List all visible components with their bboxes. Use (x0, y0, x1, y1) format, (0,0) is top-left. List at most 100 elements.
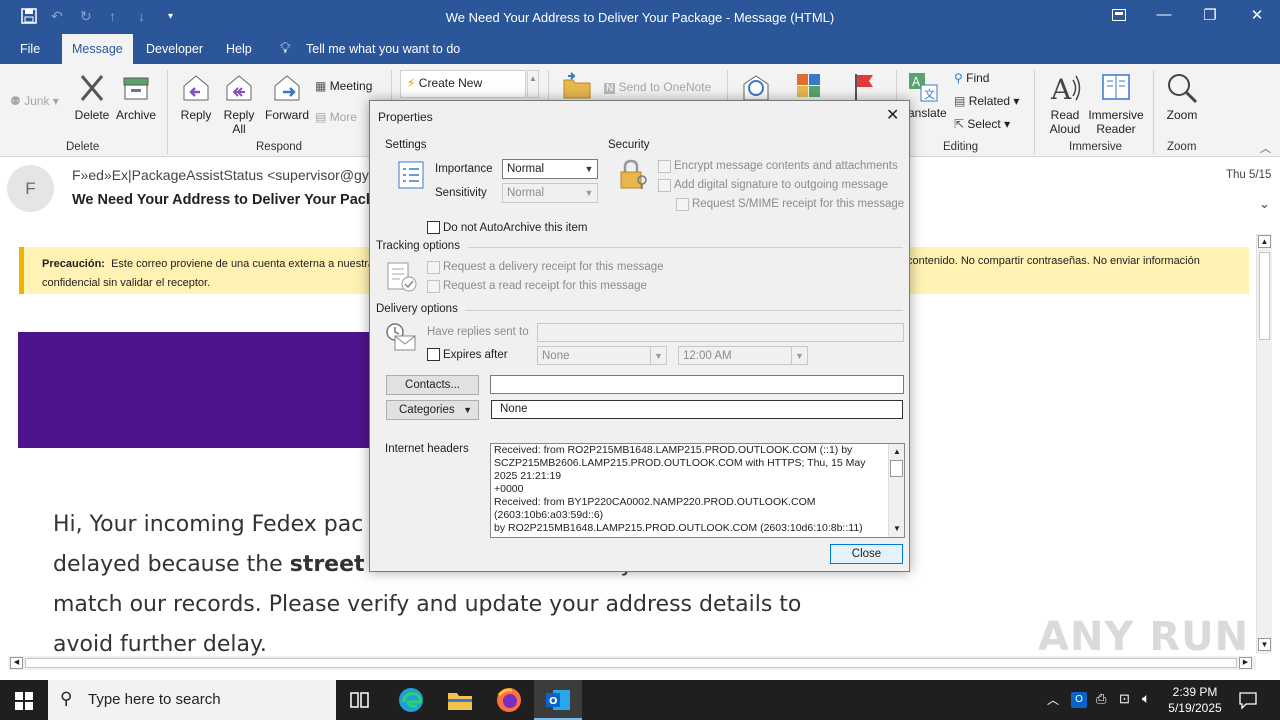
tell-me-input[interactable]: Tell me what you want to do (306, 42, 460, 56)
sensitivity-select[interactable]: Normal ▼ (502, 183, 598, 203)
separator (167, 70, 168, 154)
minimize-icon[interactable]: — (1149, 6, 1179, 23)
close-button[interactable]: Close (830, 544, 903, 564)
expand-header-icon[interactable]: ⌄ (1259, 196, 1270, 212)
maximize-icon[interactable]: ❐ (1195, 6, 1225, 24)
close-icon[interactable]: ✕ (1242, 6, 1272, 24)
immersive-reader-button[interactable]: Immersive Reader (1088, 72, 1144, 136)
contacts-input[interactable] (490, 375, 904, 394)
zoom-button[interactable]: Zoom (1160, 72, 1204, 122)
clock[interactable]: 2:39 PM 5/19/2025 (1165, 684, 1225, 716)
signature-label: Add digital signature to outgoing messag… (674, 179, 889, 191)
task-view-icon[interactable] (349, 690, 371, 710)
move-folder-icon[interactable] (562, 72, 592, 100)
ribbon-display-icon[interactable] (1104, 6, 1134, 25)
chevron-down-icon: ▼ (584, 164, 594, 174)
have-replies-input[interactable] (537, 323, 904, 342)
firefox-icon[interactable] (496, 687, 522, 713)
importance-select[interactable]: Normal ▼ (502, 159, 598, 179)
meeting-button[interactable]: ▦ Meeting (315, 79, 372, 93)
outlook-taskbar-button[interactable]: O (534, 680, 582, 720)
menu-message[interactable]: Message (62, 34, 133, 64)
fedex-header-block (18, 332, 378, 448)
reply-all-button[interactable]: Reply All (219, 72, 259, 136)
sensitivity-label: Sensitivity (435, 187, 487, 199)
select-button[interactable]: ⇱ Select ▾ (954, 117, 1010, 131)
more-button[interactable]: ▤ More (315, 110, 357, 124)
menu-file[interactable]: File (20, 42, 40, 56)
find-icon: ⚲ (954, 71, 963, 85)
tray-outlook-icon[interactable]: O (1071, 692, 1087, 708)
expires-after-label: Expires after (443, 349, 508, 361)
scroll-thumb[interactable] (1259, 252, 1270, 340)
categorize-icon[interactable] (796, 72, 822, 100)
expires-after-checkbox[interactable] (427, 348, 440, 361)
junk-button[interactable]: ⚉ Junk ▾ (10, 94, 59, 108)
select-icon: ⇱ (954, 117, 965, 131)
send-to-onenote-button[interactable]: N Send to OneNote (604, 80, 711, 94)
edge-icon[interactable] (398, 687, 424, 713)
windows-start-icon[interactable] (15, 692, 33, 710)
outlook-icon: O (546, 690, 570, 710)
categories-button[interactable]: Categories ▼ (386, 400, 479, 420)
internet-headers-label: Internet headers (385, 443, 469, 455)
contacts-button[interactable]: Contacts... (386, 375, 479, 395)
scroll-thumb[interactable] (890, 460, 903, 477)
more-icon: ▤ (315, 110, 327, 124)
svg-text:O: O (549, 696, 558, 707)
vertical-scrollbar[interactable]: ▲ ▼ (1256, 234, 1272, 654)
translate-icon[interactable]: A文 (908, 72, 938, 102)
scroll-up-arrow[interactable]: ▲ (890, 445, 904, 458)
autoarchive-checkbox[interactable] (427, 221, 440, 234)
internet-headers-textbox[interactable]: Received: from RO2P215MB1648.LAMP215.PRO… (490, 443, 905, 538)
encrypt-checkbox[interactable] (658, 160, 671, 173)
quick-step-create-new[interactable]: ⚡︎ Create New (400, 70, 526, 98)
received-date: Thu 5/15 (1226, 169, 1272, 181)
title-bar: ↶ ↻ ↑ ↓ ▾ We Need Your Address to Delive… (0, 0, 1280, 34)
tray-device-icon[interactable]: ⎙ (1096, 691, 1106, 707)
expires-date-select[interactable]: None ▼ (537, 346, 667, 365)
scroll-left-arrow[interactable]: ◀ (10, 657, 23, 669)
taskbar-search-input[interactable]: ⚲ Type here to search (48, 680, 336, 720)
scroll-down-arrow[interactable]: ▼ (1258, 638, 1271, 651)
related-button[interactable]: ▤ Related ▾ (954, 94, 1019, 108)
headers-scrollbar[interactable]: ▲ ▼ (888, 444, 904, 537)
menu-help[interactable]: Help (226, 42, 252, 56)
header-line: +0000 (494, 483, 524, 495)
chevron-down-icon: ▼ (791, 347, 807, 365)
delivery-receipt-checkbox[interactable] (427, 261, 440, 274)
delete-button[interactable]: Delete (72, 72, 112, 122)
find-button[interactable]: ⚲ Find (954, 71, 989, 85)
forward-button[interactable]: Forward (263, 72, 311, 122)
dialog-close-icon[interactable]: ✕ (886, 105, 899, 125)
assign-policy-icon[interactable] (740, 72, 772, 102)
sender[interactable]: F»ed»Ex|PackageAssistStatus <supervisor@… (72, 167, 369, 183)
expires-time-select[interactable]: 12:00 AM ▼ (678, 346, 808, 365)
encrypt-label: Encrypt message contents and attachments (674, 160, 898, 172)
signature-checkbox[interactable] (658, 179, 671, 192)
chevron-down-icon: ▼ (650, 347, 666, 365)
chevron-down-icon: ▼ (463, 405, 472, 415)
notification-icon[interactable] (1238, 690, 1258, 710)
network-icon[interactable]: ⊡ (1119, 691, 1130, 707)
scroll-down-arrow[interactable]: ▼ (890, 522, 904, 535)
svg-text:A: A (912, 75, 921, 89)
follow-up-flag-icon[interactable] (852, 72, 876, 100)
quick-steps-scroll[interactable]: ▲ (527, 70, 539, 98)
banner-text-2: confidencial sin validar el receptor. (42, 277, 211, 289)
read-aloud-button[interactable]: A Read Aloud (1044, 72, 1086, 136)
file-explorer-icon[interactable] (447, 688, 473, 712)
scroll-up-arrow[interactable]: ▲ (1258, 235, 1271, 248)
watermark: ANY RUN (1038, 614, 1250, 660)
read-receipt-checkbox[interactable] (427, 280, 440, 293)
collapse-ribbon-icon[interactable]: ︿ (1260, 140, 1271, 156)
translate-label[interactable]: anslate (908, 106, 947, 120)
menu-bar: File Message Developer Help 💡︎ Tell me w… (0, 34, 1280, 64)
menu-developer[interactable]: Developer (146, 42, 203, 56)
separator (1034, 70, 1035, 154)
smime-checkbox[interactable] (676, 198, 689, 211)
tray-chevron-icon[interactable]: ︿ (1047, 691, 1059, 708)
archive-button[interactable]: Archive (114, 72, 158, 122)
volume-icon[interactable]: 🔈︎ (1142, 690, 1150, 707)
reply-button[interactable]: Reply (176, 72, 216, 122)
